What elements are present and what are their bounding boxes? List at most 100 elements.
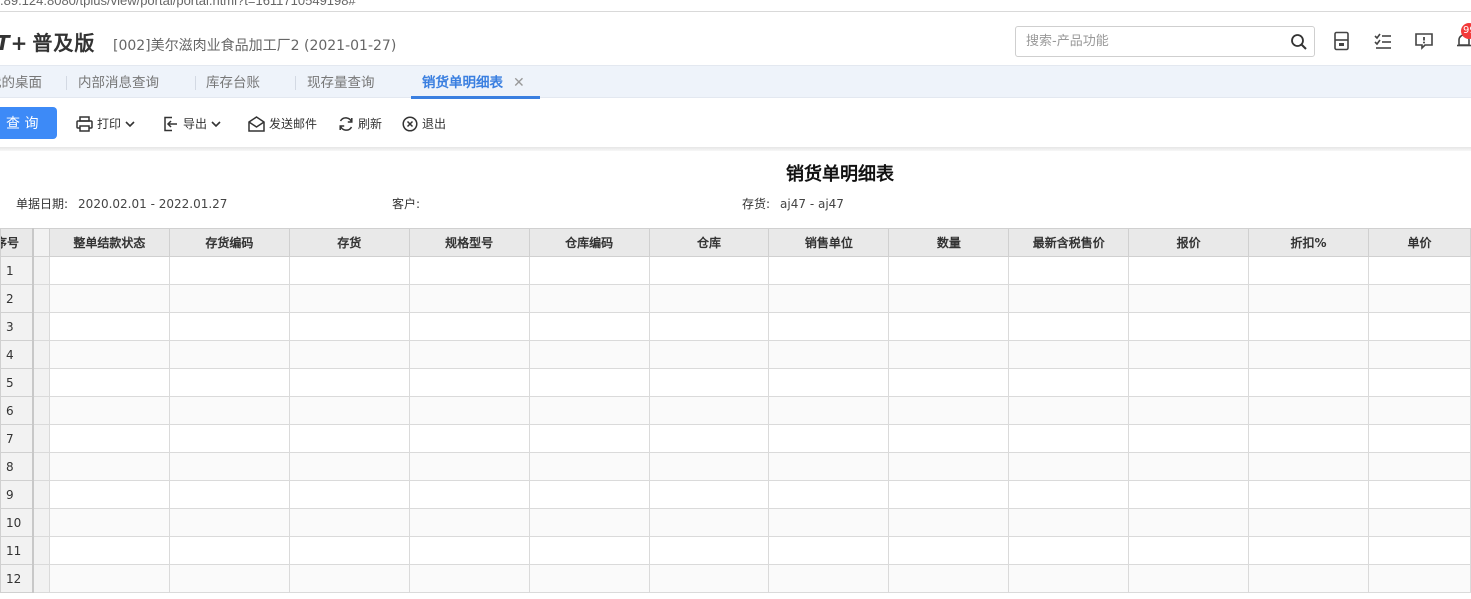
table-cell[interactable] [168, 340, 290, 369]
table-cell[interactable] [288, 396, 410, 425]
send-email-button[interactable]: 发送邮件 [248, 113, 317, 133]
table-cell[interactable] [48, 480, 170, 509]
column-header[interactable]: 销售单位 [768, 228, 890, 257]
table-cell[interactable] [1368, 312, 1471, 341]
export-button[interactable]: 导出 [163, 113, 221, 133]
tab-internal-messages[interactable]: 内部消息查询 [78, 66, 159, 98]
table-cell[interactable] [528, 284, 650, 313]
table-cell[interactable] [1008, 256, 1130, 285]
table-cell[interactable] [1008, 508, 1130, 537]
column-header[interactable]: 存货编码 [168, 228, 290, 257]
table-cell[interactable] [168, 536, 290, 565]
table-cell[interactable] [168, 312, 290, 341]
table-cell[interactable] [1008, 480, 1130, 509]
table-cell[interactable] [1368, 368, 1471, 397]
table-cell[interactable] [768, 424, 890, 453]
table-cell[interactable] [1248, 508, 1369, 537]
table-cell[interactable] [168, 480, 290, 509]
table-cell[interactable] [768, 508, 890, 537]
table-cell[interactable] [1248, 480, 1369, 509]
table-cell[interactable] [528, 396, 650, 425]
table-cell[interactable] [888, 284, 1010, 313]
table-cell[interactable] [1128, 480, 1250, 509]
table-cell[interactable] [768, 284, 890, 313]
table-cell[interactable] [1368, 340, 1471, 369]
table-cell[interactable] [1368, 284, 1471, 313]
table-cell[interactable] [648, 312, 770, 341]
table-cell[interactable] [408, 284, 530, 313]
table-row[interactable]: 10 [0, 508, 1471, 537]
table-cell[interactable] [408, 508, 530, 537]
table-cell[interactable] [1248, 424, 1369, 453]
table-cell[interactable] [48, 340, 170, 369]
search-icon[interactable] [1290, 33, 1308, 55]
tab-stock-query[interactable]: 现存量查询 [307, 66, 375, 98]
table-cell[interactable] [1368, 256, 1471, 285]
table-cell[interactable] [168, 508, 290, 537]
column-header[interactable]: 规格型号 [408, 228, 530, 257]
column-header[interactable]: 仓库编码 [528, 228, 650, 257]
table-cell[interactable] [48, 368, 170, 397]
table-cell[interactable] [288, 508, 410, 537]
tab-my-desktop[interactable]: 我的桌面 [0, 66, 42, 98]
table-cell[interactable] [648, 396, 770, 425]
table-cell[interactable] [48, 424, 170, 453]
table-cell[interactable] [168, 256, 290, 285]
query-button[interactable]: 查 询 [0, 107, 57, 139]
table-cell[interactable] [528, 564, 650, 593]
table-cell[interactable] [768, 564, 890, 593]
table-cell[interactable] [1008, 340, 1130, 369]
message-icon[interactable] [1414, 31, 1434, 51]
table-cell[interactable] [1248, 536, 1369, 565]
table-cell[interactable] [48, 396, 170, 425]
table-cell[interactable] [288, 256, 410, 285]
table-cell[interactable] [888, 368, 1010, 397]
table-cell[interactable] [48, 508, 170, 537]
table-cell[interactable] [1128, 284, 1250, 313]
table-cell[interactable] [648, 508, 770, 537]
table-cell[interactable] [648, 368, 770, 397]
table-cell[interactable] [168, 284, 290, 313]
table-cell[interactable] [408, 340, 530, 369]
table-cell[interactable] [408, 480, 530, 509]
column-header[interactable]: 报价 [1128, 228, 1250, 257]
table-cell[interactable] [1128, 312, 1250, 341]
table-row[interactable]: 12 [0, 564, 1471, 593]
table-cell[interactable] [288, 284, 410, 313]
table-cell[interactable] [1008, 284, 1130, 313]
table-cell[interactable] [1128, 424, 1250, 453]
table-cell[interactable] [408, 536, 530, 565]
column-header-rownum[interactable]: 序号 [0, 228, 34, 257]
table-cell[interactable] [888, 424, 1010, 453]
table-cell[interactable] [1128, 256, 1250, 285]
table-cell[interactable] [1008, 452, 1130, 481]
table-cell[interactable] [168, 564, 290, 593]
table-row[interactable]: 4 [0, 340, 1471, 369]
table-cell[interactable] [288, 452, 410, 481]
column-header[interactable]: 折扣% [1248, 228, 1369, 257]
table-cell[interactable] [888, 480, 1010, 509]
table-cell[interactable] [1248, 340, 1369, 369]
table-cell[interactable] [888, 256, 1010, 285]
tab-inventory-ledger[interactable]: 库存台账 [206, 66, 260, 98]
table-cell[interactable] [888, 452, 1010, 481]
table-cell[interactable] [888, 396, 1010, 425]
table-cell[interactable] [648, 452, 770, 481]
search-input[interactable] [1016, 27, 1276, 56]
table-cell[interactable] [1008, 368, 1130, 397]
table-cell[interactable] [648, 256, 770, 285]
table-cell[interactable] [528, 508, 650, 537]
table-cell[interactable] [648, 536, 770, 565]
table-cell[interactable] [1128, 368, 1250, 397]
table-cell[interactable] [1368, 452, 1471, 481]
table-cell[interactable] [1368, 396, 1471, 425]
table-row[interactable]: 3 [0, 312, 1471, 341]
table-row[interactable]: 1 [0, 256, 1471, 285]
table-cell[interactable] [1128, 340, 1250, 369]
table-cell[interactable] [768, 536, 890, 565]
table-cell[interactable] [888, 508, 1010, 537]
table-cell[interactable] [408, 564, 530, 593]
table-cell[interactable] [648, 284, 770, 313]
table-cell[interactable] [1128, 508, 1250, 537]
table-row[interactable]: 8 [0, 452, 1471, 481]
